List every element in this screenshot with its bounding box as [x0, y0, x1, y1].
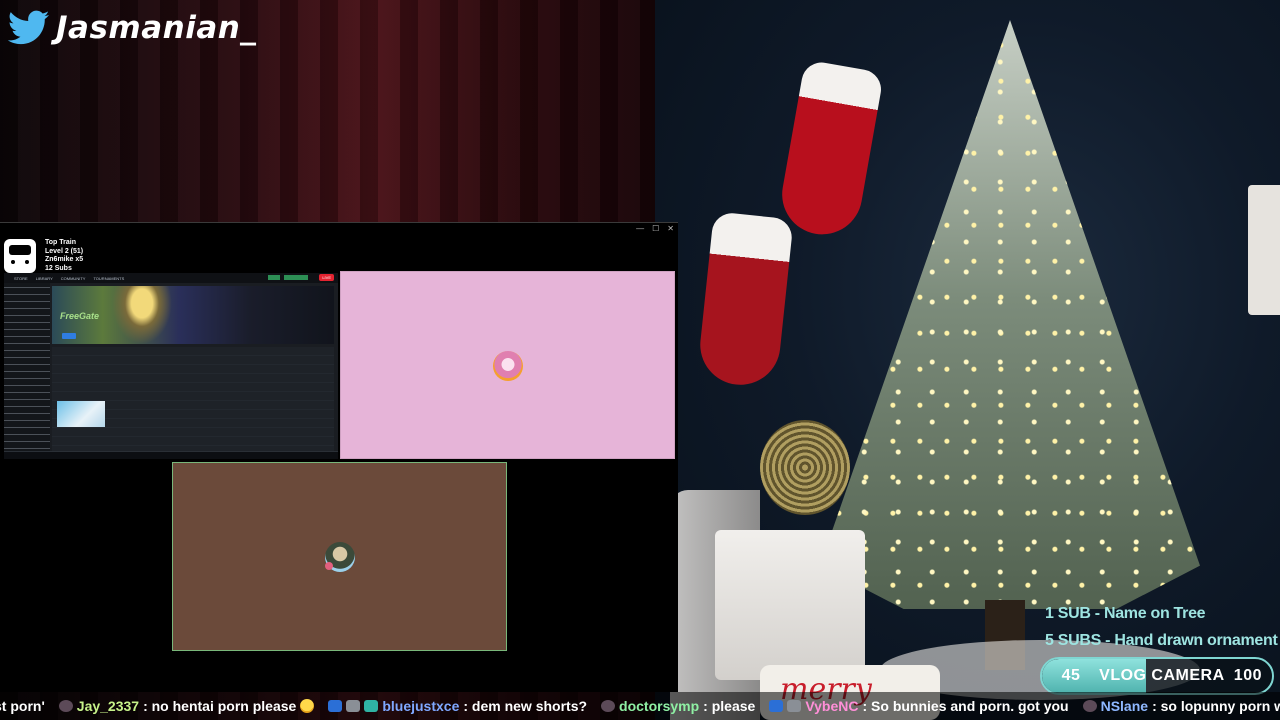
chat-badge-icon — [346, 700, 361, 712]
mini-nav-community[interactable]: COMMUNITY — [61, 276, 86, 281]
goal-target: 100 — [1233, 667, 1262, 684]
chat-text: : so lopunny porn wow — [1152, 698, 1280, 714]
mini-live-badge: LIVE — [319, 274, 334, 281]
participant-tile-pink[interactable] — [340, 271, 675, 459]
twitter-handle: Jasmanian_ — [8, 10, 256, 46]
window-controls: — ☐ ✕ — [636, 224, 674, 233]
goal-progress-text: 45 VLOG CAMERA 100 — [1042, 659, 1272, 693]
goal-current: 45 — [1061, 667, 1081, 684]
mini-banner-character — [112, 286, 172, 344]
chat-message: Jay_2337: no hentai porn please — [58, 698, 315, 714]
white-box — [715, 530, 865, 680]
chat-badge-icon — [787, 700, 802, 712]
mini-follow-button[interactable] — [62, 333, 76, 339]
mini-taskbar[interactable] — [4, 451, 338, 459]
mini-banner-logo: FreeGate — [60, 311, 100, 321]
chat-username[interactable]: bluejustxce — [382, 698, 459, 714]
goal-progress-bar: 45 VLOG CAMERA 100 — [1040, 657, 1274, 695]
wall-frame — [1248, 185, 1280, 315]
participant-avatar — [493, 351, 523, 381]
mini-action-buttons[interactable] — [268, 275, 308, 280]
laughing-emoji-icon — [300, 699, 315, 713]
mini-banner: FreeGate — [52, 286, 334, 344]
goal-label: VLOG CAMERA — [1099, 667, 1225, 684]
mini-nav-library[interactable]: LIBRARY — [36, 276, 53, 281]
sub-goal-5: 5 SUBS - Hand drawn ornament — [1045, 632, 1278, 649]
chat-username[interactable]: Jay_2337 — [77, 698, 139, 714]
mini-sidebar[interactable] — [4, 283, 50, 459]
train-icon — [4, 239, 36, 273]
mini-nav-tournaments[interactable]: TOURNAMENTS — [93, 276, 124, 281]
train-info: Top Train Level 2 (51) Zn6mike x5 12 Sub… — [45, 239, 83, 273]
minimize-button[interactable]: — — [636, 224, 644, 233]
chat-text: st porn' — [0, 698, 45, 714]
chat-username[interactable]: doctorsymp — [619, 698, 699, 714]
chat-message: VybeNC: So bunnies and porn. got you — [769, 698, 1069, 714]
capture-window: — ☐ ✕ Top Train Level 2 (51) Zn6mike x5 … — [0, 222, 678, 692]
participant-avatar — [325, 542, 355, 572]
sub-goals: 1 SUB - Name on Tree 5 SUBS - Hand drawn… — [1045, 600, 1278, 654]
close-button[interactable]: ✕ — [667, 224, 674, 233]
wicker-lamp — [760, 420, 850, 515]
chat-message: NSlane: so lopunny porn wow — [1082, 698, 1280, 714]
chat-badge-icon — [58, 700, 73, 712]
maximize-button[interactable]: ☐ — [652, 224, 659, 233]
chat-badge-icon — [1082, 700, 1097, 712]
train-level: Level 2 (51) — [45, 247, 84, 255]
chat-badge-icon — [601, 700, 616, 712]
chat-ticker: st porn' Jay_2337: no hentai porn please b… — [0, 692, 1280, 720]
shared-screen-app[interactable]: STORE LIBRARY COMMUNITY TOURNAMENTS LIVE… — [4, 273, 338, 459]
chat-message: bluejustxce: dem new shorts? — [328, 698, 587, 714]
twitter-handle-text: Jasmanian_ — [56, 10, 257, 46]
chat-text: : please — [703, 698, 756, 714]
chat-track: st porn' Jay_2337: no hentai porn please b… — [0, 698, 1280, 714]
twitter-bird-icon — [8, 10, 50, 45]
mini-nav-store[interactable]: STORE — [14, 276, 28, 281]
participant-tile-brown[interactable] — [172, 462, 507, 651]
train-user: Zn6mike x5 — [45, 256, 84, 263]
chat-badge-icon — [364, 700, 379, 712]
chat-username[interactable]: VybeNC — [805, 698, 858, 714]
chat-message: st porn' — [0, 698, 45, 714]
chat-message: doctorsymp: please — [601, 698, 755, 714]
chat-username[interactable]: NSlane — [1101, 698, 1148, 714]
mini-card-image[interactable] — [57, 401, 105, 427]
sub-goal-1: 1 SUB - Name on Tree — [1045, 605, 1206, 622]
chat-text: : So bunnies and porn. got you — [862, 698, 1069, 714]
train-subs: 12 Subs — [45, 264, 72, 272]
chat-text: : no hentai porn please — [143, 698, 297, 714]
chat-badge-icon — [769, 700, 784, 712]
train-title: Top Train — [45, 239, 76, 246]
chat-text: : dem new shorts? — [463, 698, 588, 714]
chat-badge-icon — [328, 700, 343, 712]
